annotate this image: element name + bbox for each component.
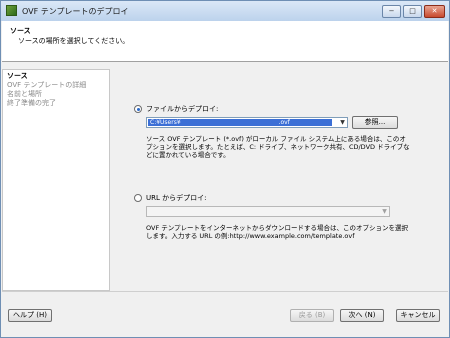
deploy-ovf-window: OVF テンプレートのデプロイ − □ ✕ ソース ソースの場所を選択してくださ… <box>0 0 450 338</box>
chevron-down-icon[interactable]: ▼ <box>338 118 347 127</box>
maximize-icon: □ <box>409 7 416 15</box>
url-option-description: OVF テンプレートをインターネットからダウンロードする場合は、このオプションを… <box>146 224 409 240</box>
maximize-button[interactable]: □ <box>403 5 422 18</box>
step-ready[interactable]: 終了準備の完了 <box>7 99 56 107</box>
footer: ヘルプ (H) 戻る (B) 次へ (N) キャンセル <box>2 291 448 338</box>
help-button[interactable]: ヘルプ (H) <box>8 309 52 322</box>
next-button[interactable]: 次へ (N) <box>340 309 384 322</box>
close-icon: ✕ <box>431 7 438 15</box>
step-ovf-details[interactable]: OVF テンプレートの詳細 <box>7 81 86 89</box>
file-option-description: ソース OVF テンプレート (*.ovf) がローカル ファイル システム上に… <box>146 135 410 159</box>
window-title: OVF テンプレートのデプロイ <box>22 7 129 16</box>
steps-panel: ソース OVF テンプレートの詳細 名前と場所 終了準備の完了 <box>2 69 110 291</box>
file-radio[interactable] <box>134 105 142 113</box>
file-radio-label[interactable]: ファイルからデプロイ: <box>146 104 218 114</box>
file-path-combobox[interactable]: C:¥Users¥ .ovf ▼ <box>146 117 348 128</box>
title-bar[interactable]: OVF テンプレートのデプロイ − □ ✕ <box>1 1 449 21</box>
url-radio[interactable] <box>134 194 142 202</box>
page-header: ソース ソースの場所を選択してください。 <box>2 21 448 62</box>
close-button[interactable]: ✕ <box>424 5 445 18</box>
url-combobox[interactable]: ▼ <box>146 206 390 217</box>
chevron-down-icon[interactable]: ▼ <box>380 207 389 216</box>
back-button[interactable]: 戻る (B) <box>290 309 334 322</box>
minimize-button[interactable]: − <box>382 5 401 18</box>
main-panel: ファイルからデプロイ: C:¥Users¥ .ovf ▼ 参照... ソース O… <box>111 69 448 291</box>
minimize-icon: − <box>388 7 395 15</box>
page-title: ソース <box>10 27 31 35</box>
url-radio-label[interactable]: URL からデプロイ: <box>146 193 206 203</box>
step-name-location[interactable]: 名前と場所 <box>7 90 42 98</box>
cancel-button[interactable]: キャンセル <box>396 309 440 322</box>
page-subtitle: ソースの場所を選択してください。 <box>18 37 130 45</box>
step-source[interactable]: ソース <box>7 72 28 80</box>
file-path-selection: C:¥Users¥ .ovf <box>148 119 332 126</box>
app-icon <box>6 5 17 16</box>
browse-button[interactable]: 参照... <box>352 116 398 129</box>
